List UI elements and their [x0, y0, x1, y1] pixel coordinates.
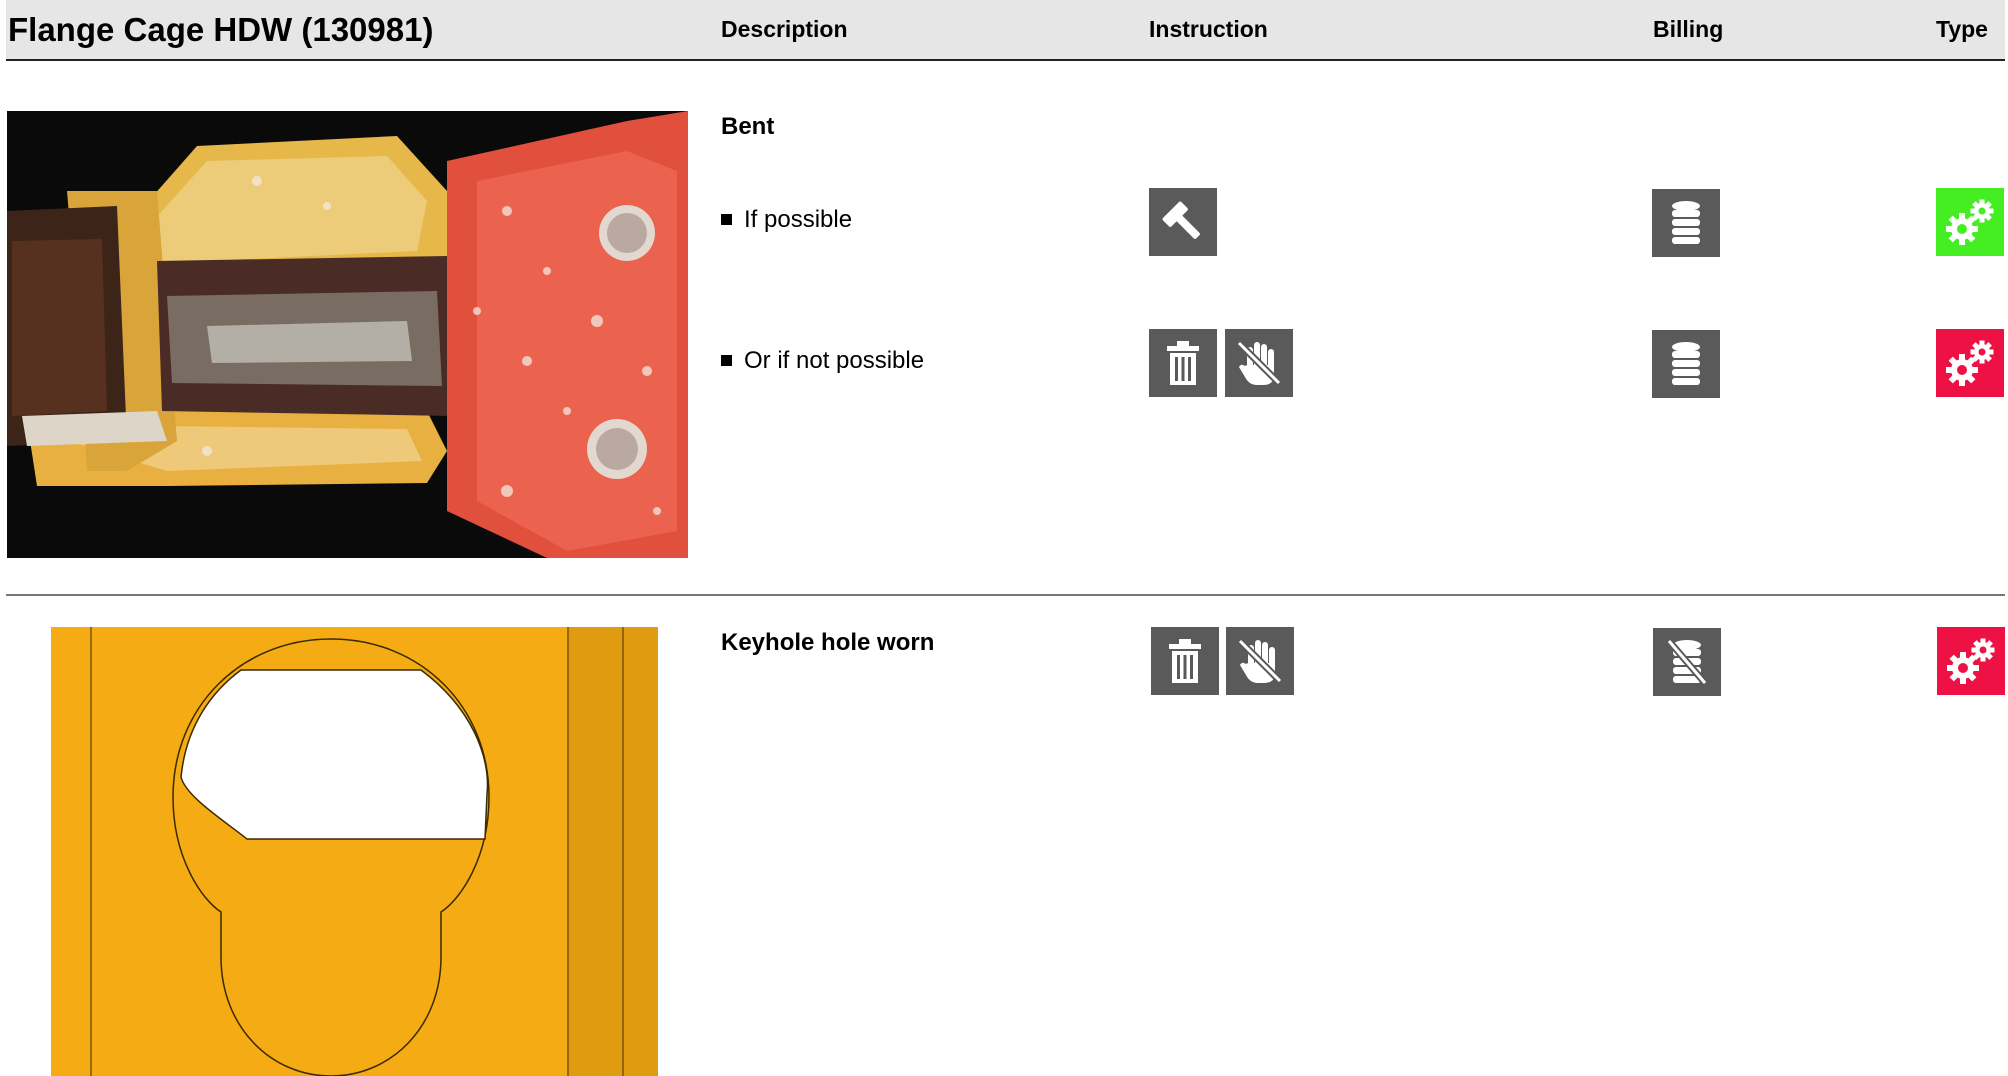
column-header-description: Description — [721, 16, 848, 42]
trash-icon — [1149, 329, 1217, 397]
option-if-not-possible: Or if not possible — [721, 347, 924, 375]
option-label: Or if not possible — [744, 347, 925, 374]
trash-icon — [1151, 627, 1219, 695]
no-hand-icon — [1225, 329, 1293, 397]
column-header-instruction: Instruction — [1149, 16, 1268, 42]
column-header-billing: Billing — [1653, 16, 1724, 42]
no-coin-stack-icon — [1653, 628, 1721, 696]
defect-illustration-keyhole — [51, 627, 658, 1076]
column-header-type: Type — [1936, 16, 1988, 42]
defect-title-bent: Bent — [721, 113, 775, 140]
coin-stack-icon — [1652, 330, 1720, 398]
table-header: Flange Cage HDW (130981) Description Ins… — [6, 0, 2005, 61]
hammer-icon — [1149, 188, 1217, 256]
option-label: If possible — [744, 206, 853, 233]
row-divider — [6, 594, 2005, 596]
defect-photo-bent — [7, 111, 688, 558]
gears-icon — [1937, 627, 2005, 695]
page-title: Flange Cage HDW (130981) — [8, 11, 434, 48]
gears-icon — [1936, 188, 2004, 256]
no-hand-icon — [1226, 627, 1294, 695]
option-if-possible: If possible — [721, 206, 852, 234]
defect-title-keyhole: Keyhole hole worn — [721, 629, 935, 656]
bullet-square-icon — [721, 355, 732, 366]
gears-icon — [1936, 329, 2004, 397]
bullet-square-icon — [721, 214, 732, 225]
coin-stack-icon — [1652, 189, 1720, 257]
